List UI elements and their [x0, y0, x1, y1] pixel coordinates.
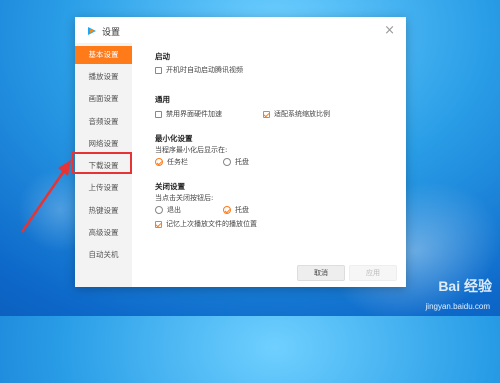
sidebar-item-display[interactable]: 画面设置 [75, 90, 132, 108]
sidebar-item-label: 网络设置 [88, 139, 119, 148]
close-exit-radio[interactable]: 退出 [155, 205, 181, 215]
annotation-highlight-box [72, 152, 132, 174]
radio-unselected [223, 158, 231, 166]
close-tray-label: 托盘 [235, 206, 249, 214]
tencent-video-logo-icon [88, 27, 96, 35]
sidebar-item-advanced[interactable]: 高级设置 [75, 224, 132, 242]
checkbox-box-checked [263, 110, 270, 118]
sidebar-item-auto-shutdown[interactable]: 自动关机 [75, 246, 132, 264]
remember-position-checkbox[interactable]: 记忆上次播放文件的播放位置 [155, 219, 257, 229]
checkbox-box-checked [155, 220, 162, 228]
watermark-brand: Bai 经验 [438, 278, 492, 294]
minimize-prompt: 当程序最小化后显示在: [155, 146, 228, 154]
sidebar-item-upload[interactable]: 上传设置 [75, 179, 132, 197]
taskbar-label: 任务栏 [167, 158, 188, 166]
checkbox-box [155, 66, 162, 74]
exit-label: 退出 [167, 206, 181, 214]
section-title-startup: 启动 [155, 52, 170, 61]
section-title-minimize: 最小化设置 [155, 134, 193, 143]
sidebar-item-label: 播放设置 [88, 72, 119, 81]
sidebar-item-hotkeys[interactable]: 热键设置 [75, 202, 132, 220]
scale-checkbox[interactable]: 适配系统缩放比例 [263, 109, 330, 119]
hwaccel-label: 禁用界面硬件加速 [166, 110, 222, 118]
sidebar-item-network[interactable]: 网络设置 [75, 135, 132, 153]
watermark-url: jingyan.baidu.com [425, 302, 490, 311]
sidebar-item-label: 热键设置 [88, 206, 119, 215]
autostart-label: 开机时自动启动腾讯视频 [166, 66, 243, 74]
autostart-checkbox[interactable]: 开机时自动启动腾讯视频 [155, 65, 243, 75]
titlebar: 设置 × [75, 17, 406, 43]
sidebar-item-label: 音频设置 [88, 117, 119, 126]
close-prompt: 当点击关闭按钮后: [155, 194, 214, 202]
sidebar-item-label: 上传设置 [88, 183, 119, 192]
cancel-button[interactable]: 取消 [297, 265, 345, 281]
sidebar-item-label: 基本设置 [88, 50, 119, 59]
section-title-close: 关闭设置 [155, 182, 185, 191]
sidebar-item-label: 画面设置 [88, 94, 119, 103]
checkbox-box [155, 110, 162, 118]
window-title: 设置 [102, 28, 121, 38]
close-tray-radio[interactable]: 托盘 [223, 205, 249, 215]
tray-label: 托盘 [235, 158, 249, 166]
radio-selected [223, 206, 231, 214]
sidebar-item-label: 高级设置 [88, 228, 119, 237]
hwaccel-checkbox[interactable]: 禁用界面硬件加速 [155, 109, 222, 119]
sidebar-item-label: 自动关机 [88, 250, 119, 259]
scale-label: 适配系统缩放比例 [274, 110, 330, 118]
close-button[interactable]: × [384, 24, 395, 37]
remember-label: 记忆上次播放文件的播放位置 [166, 220, 257, 228]
radio-selected [155, 158, 163, 166]
section-title-general: 通用 [155, 95, 170, 104]
sidebar-item-audio[interactable]: 音频设置 [75, 113, 132, 131]
minimize-tray-radio[interactable]: 托盘 [223, 157, 249, 167]
sidebar-item-basic[interactable]: 基本设置 [75, 46, 132, 64]
apply-button[interactable]: 应用 [349, 265, 397, 281]
sidebar-item-playback[interactable]: 播放设置 [75, 68, 132, 86]
minimize-taskbar-radio[interactable]: 任务栏 [155, 157, 188, 167]
radio-unselected [155, 206, 163, 214]
